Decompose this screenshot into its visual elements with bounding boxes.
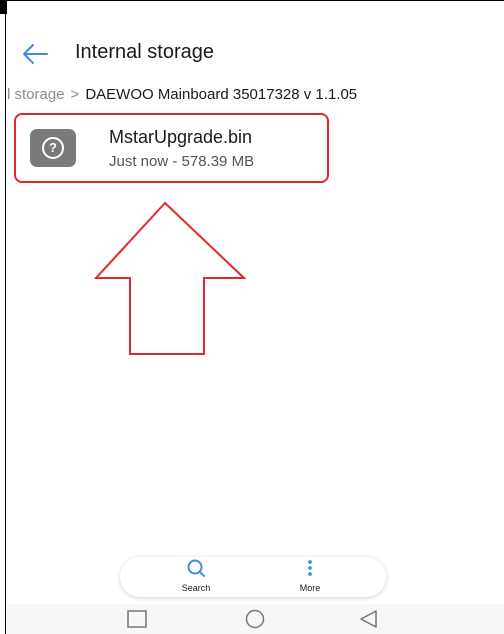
recent-apps-icon[interactable]: [126, 608, 148, 630]
frame-corner-mark: [0, 0, 7, 14]
more-button[interactable]: More: [280, 557, 340, 597]
breadcrumb-separator: >: [70, 86, 80, 103]
breadcrumb: l storage > DAEWOO Mainboard 35017328 v 1.…: [7, 86, 504, 108]
file-list-item[interactable]: ? MstarUpgrade.bin Just now - 578.39 MB: [14, 113, 329, 183]
home-icon[interactable]: [244, 608, 266, 630]
search-icon: [187, 559, 205, 577]
breadcrumb-item-internal-storage[interactable]: l storage: [7, 86, 65, 103]
breadcrumb-item-current[interactable]: DAEWOO Mainboard 35017328 v 1.1.05: [85, 86, 357, 103]
app-bar: Internal storage: [7, 30, 504, 78]
page-title: Internal storage: [75, 41, 214, 63]
frame-top-border: [0, 0, 504, 4]
search-button[interactable]: Search: [166, 557, 226, 597]
system-navigation-bar: [7, 604, 504, 634]
file-name: MstarUpgrade.bin: [109, 127, 253, 147]
frame-left-border: [0, 0, 6, 634]
bottom-action-bar: Search More: [120, 557, 386, 597]
more-vert-icon: [308, 560, 312, 576]
more-button-label: More: [299, 583, 321, 593]
search-button-label: Search: [181, 583, 211, 593]
file-meta: Just now - 578.39 MB: [109, 153, 255, 170]
unknown-file-icon: ?: [30, 129, 76, 167]
question-mark-icon: ?: [42, 137, 64, 159]
up-arrow-annotation-icon: [93, 201, 247, 355]
back-arrow-icon[interactable]: [21, 42, 49, 66]
back-icon[interactable]: [358, 608, 380, 630]
